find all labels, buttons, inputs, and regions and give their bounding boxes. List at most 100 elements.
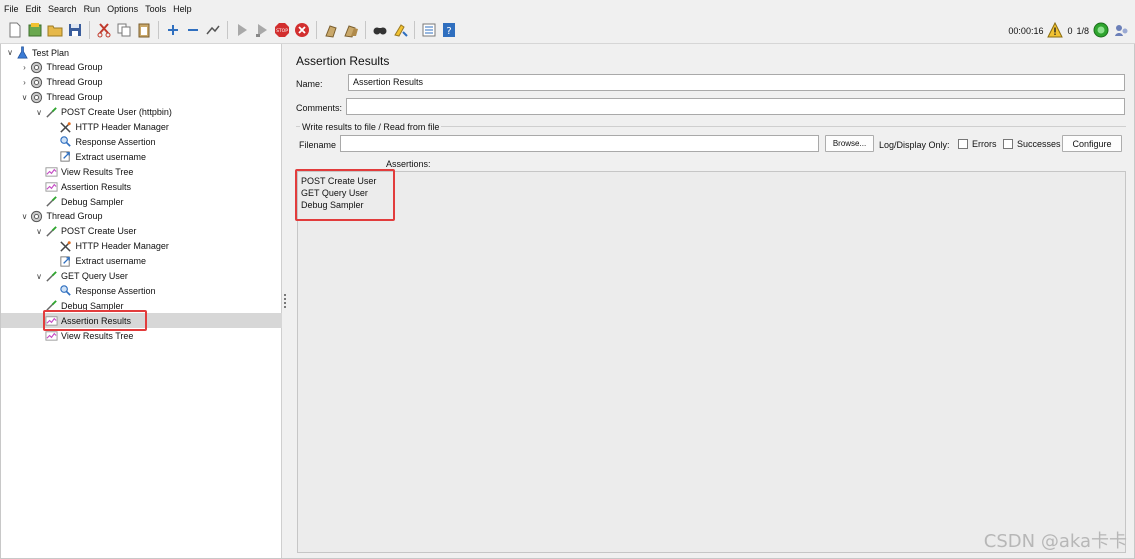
- browse-button[interactable]: Browse...: [825, 135, 874, 152]
- tree-node[interactable]: Assertion Results: [1, 179, 282, 194]
- chevron-down-icon[interactable]: ∨: [34, 227, 44, 236]
- tree-node[interactable]: Debug Sampler: [1, 194, 282, 209]
- tree-node[interactable]: Debug Sampler: [1, 298, 282, 313]
- tree-node-label: Response Assertion: [75, 136, 156, 147]
- start-icon[interactable]: [233, 21, 251, 39]
- toolbar-separator: [414, 21, 415, 39]
- configure-button[interactable]: Configure: [1062, 135, 1122, 152]
- assertions-label: Assertions:: [386, 159, 431, 169]
- reset-search-icon[interactable]: [391, 21, 409, 39]
- watermark: CSDN @aka卡卡: [983, 531, 1127, 552]
- chevron-down-icon[interactable]: ∨: [5, 48, 15, 57]
- tree-node-label: POST Create User: [61, 226, 137, 237]
- comments-input[interactable]: [346, 98, 1125, 115]
- tree-node[interactable]: Extract username: [1, 149, 282, 164]
- tree-node[interactable]: View Results Tree: [1, 328, 282, 343]
- tree-node-label: Response Assertion: [75, 285, 156, 296]
- clear-icon[interactable]: [322, 21, 340, 39]
- assertions-list[interactable]: POST Create User GET Query User Debug Sa…: [297, 171, 1126, 553]
- open-icon[interactable]: [46, 21, 64, 39]
- thread-group-icon: [30, 209, 44, 223]
- menu-options[interactable]: Options: [107, 4, 138, 14]
- tree-node[interactable]: ∨ Test Plan: [1, 45, 282, 60]
- listener-icon: [44, 314, 58, 328]
- shutdown-icon[interactable]: [293, 21, 311, 39]
- menu-help[interactable]: Help: [173, 4, 192, 14]
- sampler-icon: [44, 105, 58, 119]
- start-no-pause-icon[interactable]: [253, 21, 271, 39]
- tree-node[interactable]: ∨ POST Create User (httpbin): [1, 105, 282, 120]
- tree-node[interactable]: View Results Tree: [1, 164, 282, 179]
- list-item[interactable]: POST Create User: [301, 176, 376, 186]
- menu-tools[interactable]: Tools: [145, 4, 166, 14]
- thread-count: 1/8: [1076, 25, 1089, 36]
- chevron-right-icon[interactable]: ›: [20, 78, 30, 87]
- toolbar-separator: [316, 21, 317, 39]
- tree-node-label: Thread Group: [46, 77, 103, 88]
- tree-node[interactable]: Assertion Results: [1, 313, 282, 329]
- tree-node[interactable]: ∨ POST Create User: [1, 224, 282, 239]
- clear-all-icon[interactable]: [342, 21, 360, 39]
- toggle-icon[interactable]: [204, 21, 222, 39]
- list-item[interactable]: Debug Sampler: [301, 200, 364, 210]
- tree-node-label: Assertion Results: [61, 181, 132, 192]
- assertion-results-panel: Assertion Results Name: Assertion Result…: [288, 44, 1134, 558]
- tree-node[interactable]: HTTP Header Manager: [1, 239, 282, 254]
- name-label: Name:: [296, 79, 323, 89]
- menu-run[interactable]: Run: [84, 4, 101, 14]
- menu-search[interactable]: Search: [48, 4, 77, 14]
- errors-checkbox[interactable]: [958, 139, 968, 149]
- help-icon[interactable]: ?: [440, 21, 458, 39]
- toolbar-separator: [365, 21, 366, 39]
- chevron-down-icon[interactable]: ∨: [34, 108, 44, 117]
- copy-icon[interactable]: [115, 21, 133, 39]
- list-item[interactable]: GET Query User: [301, 188, 368, 198]
- expand-icon[interactable]: [164, 21, 182, 39]
- tree-node[interactable]: › Thread Group: [1, 75, 282, 90]
- remote-engines-icon[interactable]: [1113, 22, 1129, 40]
- stop-icon[interactable]: STOP: [273, 21, 291, 39]
- menu-file[interactable]: File: [4, 4, 19, 14]
- paste-icon[interactable]: [135, 21, 153, 39]
- successes-label: Successes: [1017, 139, 1061, 149]
- listener-icon: [44, 329, 58, 343]
- tree-node[interactable]: ∨ Thread Group: [1, 90, 282, 105]
- sampler-icon: [44, 195, 58, 209]
- warning-icon[interactable]: [1047, 21, 1064, 40]
- tree-node-label: Thread Group: [46, 92, 103, 103]
- name-input[interactable]: Assertion Results: [348, 74, 1125, 91]
- templates-icon[interactable]: [26, 21, 44, 39]
- filename-input[interactable]: [340, 135, 819, 152]
- sampler-icon: [44, 224, 58, 238]
- extractor-icon: [59, 150, 73, 164]
- chevron-down-icon[interactable]: ∨: [20, 93, 30, 102]
- tree-node[interactable]: Response Assertion: [1, 283, 282, 298]
- search-icon[interactable]: [371, 21, 389, 39]
- chevron-down-icon[interactable]: ∨: [20, 212, 30, 221]
- tree-node-label: HTTP Header Manager: [75, 241, 169, 252]
- running-indicator-icon: [1093, 22, 1109, 40]
- chevron-down-icon[interactable]: ∨: [34, 272, 44, 281]
- tree-node[interactable]: ∨ GET Query User: [1, 269, 282, 284]
- tree-node[interactable]: Extract username: [1, 254, 282, 269]
- new-icon[interactable]: [6, 21, 24, 39]
- thread-group-icon: [30, 90, 44, 104]
- test-plan-tree: ∨ Test Plan › Thread Group › Thread Group ∨ Thr…: [1, 44, 282, 558]
- tree-node[interactable]: › Thread Group: [1, 60, 282, 75]
- tree-node[interactable]: HTTP Header Manager: [1, 120, 282, 135]
- assertion-icon: [59, 284, 73, 298]
- tree-node[interactable]: ∨ Thread Group: [1, 209, 282, 224]
- cut-icon[interactable]: [95, 21, 113, 39]
- tree-node[interactable]: Response Assertion: [1, 134, 282, 149]
- panel-title: Assertion Results: [296, 54, 390, 68]
- test-plan-icon: [15, 46, 29, 60]
- menu-edit[interactable]: Edit: [26, 4, 42, 14]
- comments-label: Comments:: [296, 103, 343, 113]
- collapse-icon[interactable]: [184, 21, 202, 39]
- header-manager-icon: [59, 239, 73, 253]
- chevron-right-icon[interactable]: ›: [20, 63, 30, 72]
- tree-node-label: Extract username: [75, 256, 147, 267]
- save-icon[interactable]: [66, 21, 84, 39]
- successes-checkbox[interactable]: [1003, 139, 1013, 149]
- function-helper-icon[interactable]: [420, 21, 438, 39]
